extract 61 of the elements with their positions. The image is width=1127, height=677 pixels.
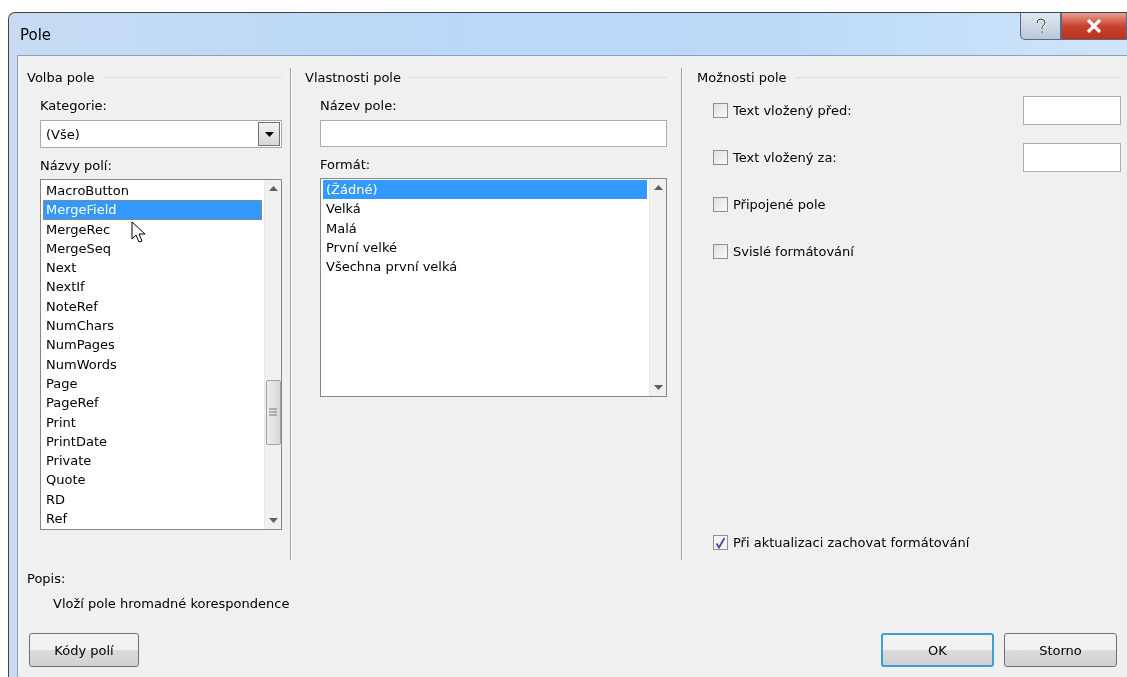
checkbox-label: Připojené pole (733, 197, 826, 212)
list-item[interactable]: Print (43, 412, 262, 432)
group-heading: Možnosti pole (697, 69, 787, 85)
scrollbar[interactable] (649, 179, 666, 396)
scroll-up-icon[interactable] (653, 185, 663, 190)
list-item[interactable]: První velké (323, 237, 647, 258)
close-button[interactable] (1061, 13, 1127, 40)
list-item[interactable]: MacroButton (43, 181, 262, 201)
field-label: Názvy polí: (40, 158, 113, 175)
group-heading: Volba pole (27, 69, 95, 85)
list-item[interactable]: NumPages (43, 335, 262, 355)
mouse-cursor-icon (131, 221, 147, 245)
field-label: Popis: (27, 571, 67, 586)
help-icon (1034, 18, 1047, 34)
category-dropdown[interactable]: (Vše) (40, 120, 282, 148)
scroll-down-icon[interactable] (268, 518, 278, 523)
list-item[interactable]: NumChars (43, 316, 262, 336)
checkbox[interactable] (713, 197, 728, 212)
list-item[interactable]: NumWords (43, 354, 262, 374)
scrollbar[interactable] (264, 180, 281, 529)
input-field[interactable] (1023, 96, 1121, 125)
list-item[interactable]: Private (43, 451, 262, 471)
description-text: Vloží pole hromadné korespondence (53, 596, 291, 611)
checkbox-label: Text vložený za: (733, 150, 837, 165)
checkbox[interactable] (713, 103, 728, 118)
dropdown-arrow-icon (264, 131, 274, 137)
field-label: Formát: (320, 157, 372, 174)
checkbox-label: Při aktualizaci zachovat formátování (733, 535, 970, 550)
list-item[interactable]: RD (43, 489, 262, 510)
input-field[interactable] (320, 120, 667, 147)
dialog-button[interactable]: Kódy polí (29, 633, 139, 667)
checkbox[interactable] (713, 150, 728, 165)
close-icon (1086, 19, 1102, 33)
group-heading: Vlastnosti pole (305, 69, 401, 85)
list-item[interactable]: MergeSeq (43, 238, 262, 259)
list-item[interactable]: Malá (323, 218, 647, 238)
scroll-thumb[interactable] (265, 379, 281, 445)
dialog-button[interactable]: Storno (1004, 633, 1117, 667)
help-button[interactable] (1020, 13, 1061, 40)
list-item[interactable]: NoteRef (43, 296, 262, 317)
dialog-button[interactable]: OK (881, 633, 994, 667)
list-item[interactable]: PrintDate (43, 431, 262, 452)
list-item[interactable]: Ref (43, 509, 262, 529)
input-field[interactable] (1023, 143, 1121, 172)
list-item[interactable]: Next (43, 258, 262, 278)
scroll-up-icon[interactable] (268, 186, 278, 191)
field-label: Název pole: (320, 98, 398, 115)
list-item[interactable]: Quote (43, 470, 262, 490)
list-item[interactable]: Page (43, 373, 262, 394)
field-label: Kategorie: (40, 98, 108, 115)
checkbox[interactable] (713, 244, 728, 259)
list-item[interactable]: Velká (323, 199, 647, 219)
checkbox[interactable] (713, 535, 728, 550)
window-title: Pole (20, 26, 52, 44)
list-item[interactable]: MergeRec (43, 219, 262, 239)
scroll-down-icon[interactable] (653, 385, 663, 390)
checkbox-label: Svislé formátování (733, 244, 854, 259)
checkbox-label: Text vložený před: (733, 103, 852, 118)
list-item[interactable]: Všechna první velká (323, 257, 647, 277)
list-item[interactable]: NextIf (43, 277, 262, 297)
list-item[interactable]: PageRef (43, 393, 262, 413)
